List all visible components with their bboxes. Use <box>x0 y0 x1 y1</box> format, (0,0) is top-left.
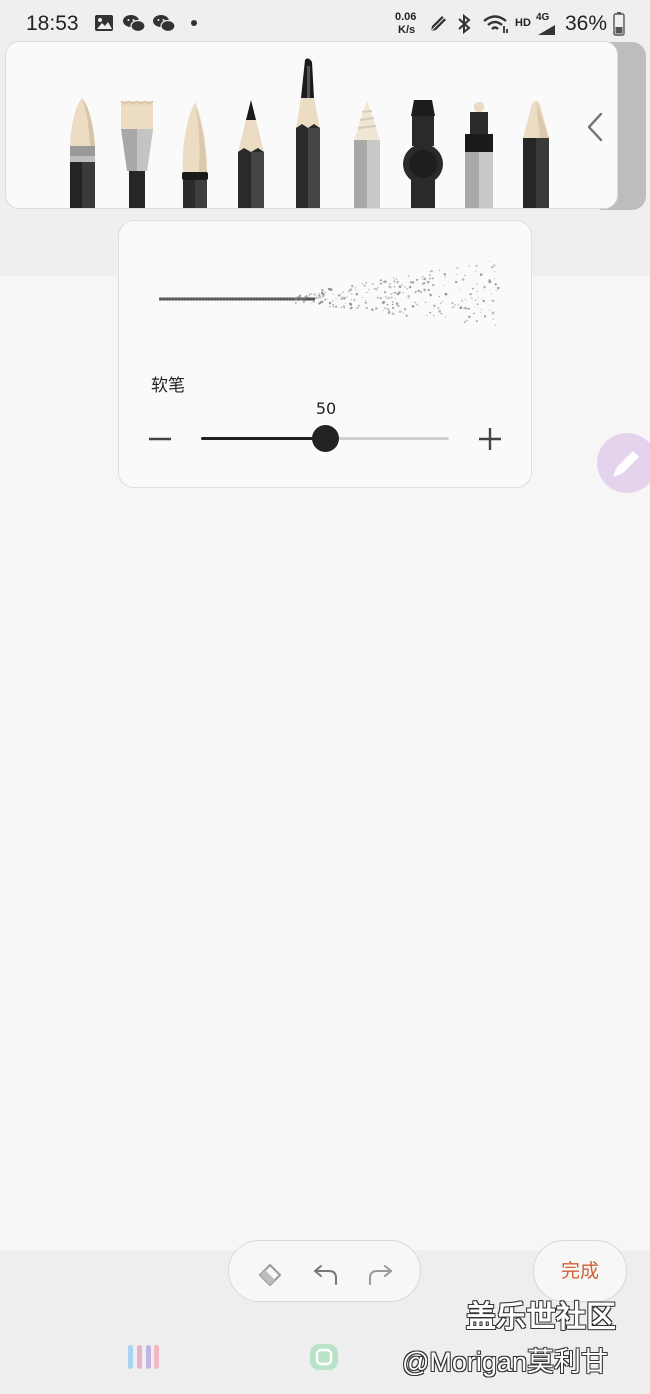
size-value-label: 50 <box>315 399 337 418</box>
pen-icon <box>613 451 639 477</box>
pen-toolbar <box>5 41 618 209</box>
gallery-icon <box>95 15 113 31</box>
crayon[interactable] <box>520 100 552 208</box>
redo-icon[interactable] <box>365 1257 395 1287</box>
pencil[interactable] <box>236 100 266 208</box>
paint-marker[interactable] <box>462 102 496 208</box>
ink-brush[interactable] <box>179 102 211 208</box>
watermark-title: 盖乐世社区 <box>466 1300 616 1335</box>
decrease-size-button[interactable] <box>145 424 175 454</box>
status-time: 18:53 <box>26 12 79 35</box>
wifi-icon <box>483 15 508 33</box>
fountain-pen[interactable] <box>292 58 324 208</box>
undo-icon[interactable] <box>311 1257 341 1287</box>
network-speed-unit: K/s <box>398 24 416 36</box>
bluetooth-icon <box>458 14 471 34</box>
pen-icon <box>429 15 447 33</box>
size-slider[interactable] <box>201 425 449 452</box>
increase-size-button[interactable] <box>475 424 505 454</box>
signal-icon <box>538 25 555 35</box>
battery-icon <box>613 12 625 36</box>
eraser-icon[interactable] <box>255 1257 285 1287</box>
pen-name-label: 软笔 <box>151 376 185 396</box>
lte-label: 4G <box>536 12 550 23</box>
stroke-preview <box>159 261 500 327</box>
chevron-left-icon[interactable] <box>584 110 606 144</box>
flat-brush[interactable] <box>119 101 155 208</box>
marker[interactable] <box>401 100 445 208</box>
home-icon[interactable] <box>308 1342 340 1372</box>
recent-apps-icon[interactable] <box>126 1342 160 1372</box>
brush-pen[interactable] <box>68 98 98 208</box>
hd-label: HD <box>515 17 531 29</box>
watermark-author: @Morigan莫利甘 <box>402 1347 608 1377</box>
dot-icon <box>191 20 197 26</box>
battery-percent: 36% <box>565 12 608 35</box>
network-speed-value: 0.06 <box>395 11 417 23</box>
colored-pencil[interactable] <box>352 100 382 208</box>
edit-actions <box>228 1240 421 1302</box>
size-slider-thumb[interactable] <box>312 425 339 452</box>
wechat-icon <box>153 15 175 33</box>
pen-settings-popup: 软笔 50 <box>118 220 532 488</box>
wechat-icon <box>123 15 145 33</box>
size-slider-fill <box>201 437 325 440</box>
pen-fab-button[interactable] <box>597 433 650 493</box>
